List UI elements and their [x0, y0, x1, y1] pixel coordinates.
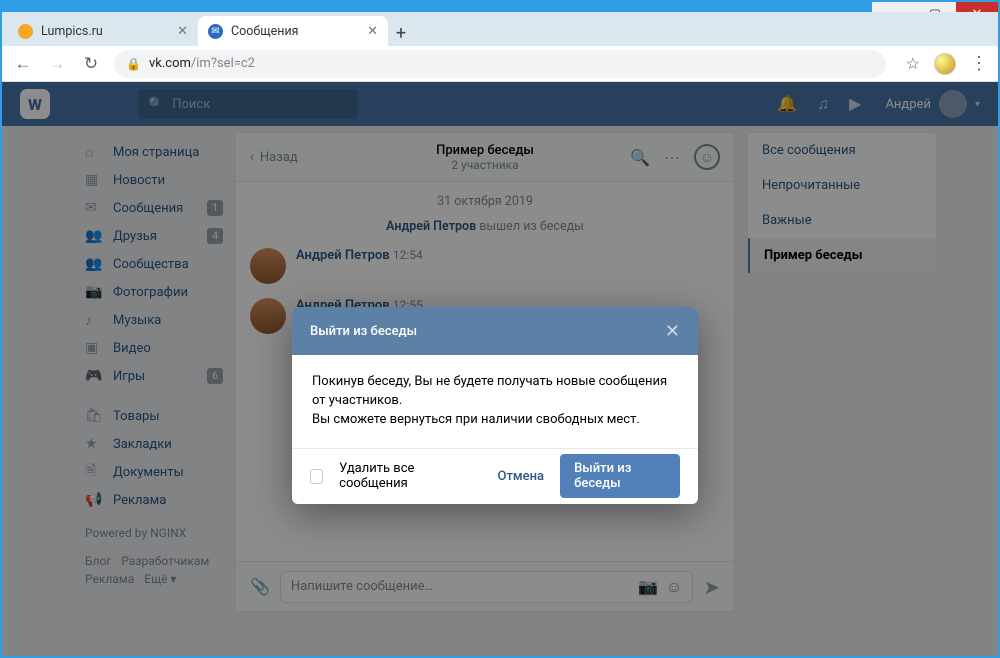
bookmark-star-icon[interactable]: ☆: [906, 54, 920, 73]
omnibox[interactable]: 🔒 vk.com/im?sel=c2: [114, 50, 886, 78]
nav-reload-button[interactable]: ↻: [80, 53, 102, 75]
tab-messages[interactable]: ✉ Сообщения ✕: [198, 16, 388, 46]
favicon-vk: ✉: [208, 24, 223, 39]
delete-all-checkbox[interactable]: [310, 469, 323, 484]
url-host: vk.com: [149, 56, 191, 71]
tab-close-icon[interactable]: ✕: [177, 24, 188, 39]
tab-strip: Lumpics.ru ✕ ✉ Сообщения ✕ +: [2, 12, 998, 46]
modal-header: Выйти из беседы ✕: [292, 307, 698, 355]
modal-title: Выйти из беседы: [310, 324, 417, 339]
url-path: /im?sel=c2: [191, 56, 255, 71]
modal-close-icon[interactable]: ✕: [665, 321, 680, 342]
favicon-lumpics: [18, 24, 33, 39]
nav-forward-button[interactable]: →: [46, 53, 68, 75]
titlebar: [2, 2, 998, 12]
page-content: W 🔍 Поиск 🔔 ♫ ▶ Андрей ▾ ⌂Моя страница: [2, 82, 998, 656]
browser-menu-icon[interactable]: ⋮: [970, 53, 988, 74]
tab-label: Сообщения: [231, 24, 299, 39]
address-bar: ← → ↻ 🔒 vk.com/im?sel=c2 ☆ ⋮: [2, 46, 998, 82]
modal-footer: Удалить все сообщения Отмена Выйти из бе…: [292, 448, 698, 504]
modal-body: Покинув беседу, Вы не будете получать но…: [292, 355, 698, 448]
delete-all-label[interactable]: Удалить все сообщения: [339, 461, 465, 491]
tab-lumpics[interactable]: Lumpics.ru ✕: [8, 16, 198, 46]
leave-chat-modal: Выйти из беседы ✕ Покинув беседу, Вы не …: [292, 307, 698, 504]
new-tab-button[interactable]: +: [388, 20, 414, 46]
lock-icon: 🔒: [126, 57, 141, 71]
tab-close-icon[interactable]: ✕: [367, 24, 378, 39]
nav-back-button[interactable]: ←: [12, 53, 34, 75]
confirm-leave-button[interactable]: Выйти из беседы: [560, 454, 680, 498]
tab-label: Lumpics.ru: [41, 24, 103, 39]
profile-avatar[interactable]: [934, 53, 956, 75]
cancel-button[interactable]: Отмена: [497, 469, 544, 484]
